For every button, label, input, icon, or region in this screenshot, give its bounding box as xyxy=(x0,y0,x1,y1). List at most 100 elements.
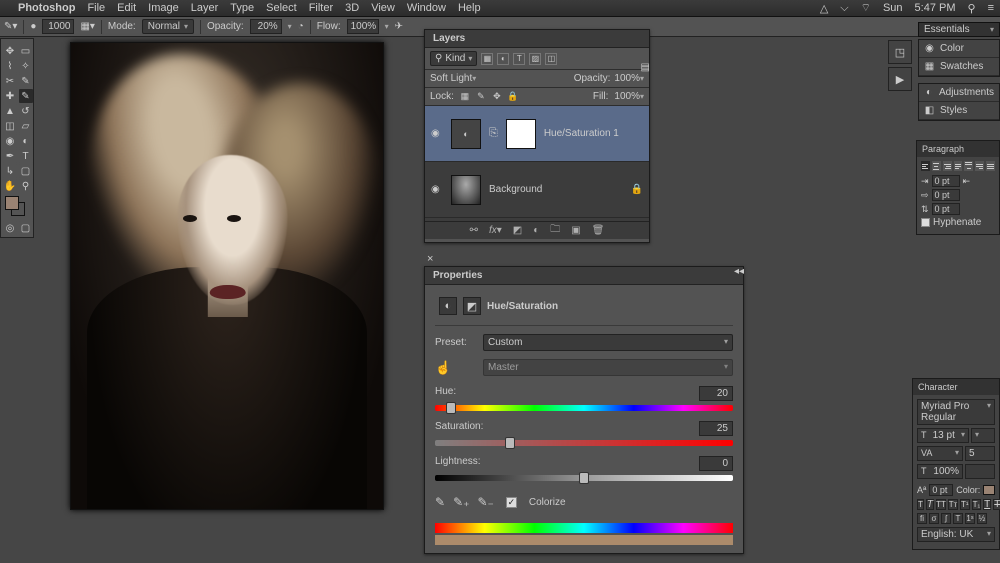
filter-kind-select[interactable]: ⚲ Kind ▾ xyxy=(430,51,477,66)
ot-std-icon[interactable]: σ xyxy=(929,513,939,524)
swatches-panel-tab[interactable]: ▦Swatches xyxy=(919,58,999,76)
baseline-field[interactable]: 0 pt xyxy=(929,484,953,496)
color-swatches[interactable] xyxy=(3,194,33,220)
pen-tool[interactable]: ✒ xyxy=(3,149,17,163)
layer-item[interactable]: ◉ Background 🔒 xyxy=(425,162,649,218)
subscript-icon[interactable]: T₁ xyxy=(972,499,982,510)
notification-icon[interactable]: ≡ xyxy=(988,2,994,14)
blur-tool[interactable]: ◉ xyxy=(3,134,17,148)
hscale-field[interactable] xyxy=(965,464,995,479)
layer-item[interactable]: ◉ ◐ ⎘ Hue/Saturation 1 xyxy=(425,106,649,162)
ot-fi-icon[interactable]: fi xyxy=(917,513,927,524)
slider-thumb[interactable] xyxy=(579,472,589,484)
brush-size-field[interactable]: 1000 xyxy=(42,19,74,34)
stamp-tool[interactable]: ▲ xyxy=(3,104,17,118)
new-layer-icon[interactable]: ▣ xyxy=(571,225,580,236)
link-layers-icon[interactable]: ⚯ xyxy=(470,225,478,236)
underline-icon[interactable]: T xyxy=(983,499,991,510)
allcaps-icon[interactable]: TT xyxy=(936,499,946,510)
type-tool[interactable]: T xyxy=(19,149,33,163)
layer-blend-select[interactable]: Soft Light▾ xyxy=(430,73,570,84)
layer-opacity-field[interactable]: 100%▾ xyxy=(614,73,644,84)
lock-transparent-icon[interactable]: ▦ xyxy=(460,92,470,102)
layers-tab[interactable]: Layers xyxy=(425,30,649,48)
layer-name[interactable]: Background xyxy=(489,184,542,195)
adjustment-thumb[interactable]: ◐ xyxy=(451,119,481,149)
superscript-icon[interactable]: T¹ xyxy=(960,499,970,510)
crop-tool[interactable]: ✂ xyxy=(3,74,17,88)
lightness-value[interactable]: 0 xyxy=(699,456,733,471)
justify-left-icon[interactable] xyxy=(954,161,963,171)
spotlight-icon[interactable]: ⚲ xyxy=(968,2,976,15)
strike-icon[interactable]: T xyxy=(993,499,1000,510)
tracking-field[interactable]: 5 xyxy=(965,446,995,461)
eyedropper-sub-icon[interactable]: ✎₋ xyxy=(477,495,493,509)
adjustments-panel-tab[interactable]: ◐Adjustments xyxy=(919,84,999,102)
layer-name[interactable]: Hue/Saturation 1 xyxy=(544,128,619,139)
adjustment-type-icon[interactable]: ◐ xyxy=(439,297,457,315)
filter-adjust-icon[interactable]: ◐ xyxy=(497,53,509,65)
tool-preset-icon[interactable]: ✎▾ xyxy=(4,21,17,32)
history-brush-tool[interactable]: ↺ xyxy=(19,104,33,118)
gradient-tool[interactable]: ▱ xyxy=(19,119,33,133)
paragraph-tab[interactable]: Paragraph xyxy=(917,141,999,157)
channel-select[interactable]: Master▾ xyxy=(483,359,733,376)
indent-first-field[interactable]: 0 pt xyxy=(932,189,960,201)
mask-icon[interactable]: ◩ xyxy=(513,225,522,236)
lock-all-icon[interactable]: 🔒 xyxy=(508,92,518,102)
chevron-down-icon[interactable]: ▾ xyxy=(288,22,292,31)
healing-tool[interactable]: ✚ xyxy=(3,89,17,103)
menu-file[interactable]: File xyxy=(87,2,105,14)
space-before-field[interactable]: 0 pt xyxy=(932,203,960,215)
menu-edit[interactable]: Edit xyxy=(117,2,136,14)
hue-slider[interactable] xyxy=(435,405,733,411)
bold-icon[interactable]: T xyxy=(917,499,924,510)
eyedropper-tool[interactable]: ✎ xyxy=(19,74,33,88)
lasso-tool[interactable]: ⌇ xyxy=(3,59,17,73)
scrubby-hand-icon[interactable]: ☝ xyxy=(435,360,477,376)
panel-menu-icon[interactable]: ▤ xyxy=(641,62,650,73)
link-icon[interactable]: ⎘ xyxy=(489,127,498,140)
lock-pixels-icon[interactable]: ✎ xyxy=(476,92,486,102)
visibility-icon[interactable]: ◉ xyxy=(431,184,443,196)
history-panel-icon[interactable]: ◳ xyxy=(888,40,912,64)
magic-wand-tool[interactable]: ✧ xyxy=(19,59,33,73)
hand-tool[interactable]: ✋ xyxy=(3,179,17,193)
lightness-slider[interactable] xyxy=(435,475,733,481)
opacity-field[interactable]: 20% xyxy=(250,19,282,34)
saturation-value[interactable]: 25 xyxy=(699,421,733,436)
menu-type[interactable]: Type xyxy=(230,2,254,14)
font-size-field[interactable]: T13 pt▾ xyxy=(917,428,969,443)
layer-fill-field[interactable]: 100%▾ xyxy=(614,91,644,102)
vscale-field[interactable]: T100% xyxy=(917,464,963,479)
brush-picker-icon[interactable]: ▦▾ xyxy=(80,21,94,32)
adjustment-icon[interactable]: ◐ xyxy=(533,225,539,236)
text-color-swatch[interactable] xyxy=(983,485,995,495)
ot-titling-icon[interactable]: T xyxy=(953,513,963,524)
colorize-checkbox[interactable]: ✓ xyxy=(506,497,517,508)
actions-panel-icon[interactable]: ▶ xyxy=(888,67,912,91)
font-family-select[interactable]: Myriad Pro Regular▾ xyxy=(917,399,995,425)
character-tab[interactable]: Character xyxy=(913,379,999,395)
saturation-slider[interactable] xyxy=(435,440,733,446)
hue-value[interactable]: 20 xyxy=(699,386,733,401)
zoom-tool[interactable]: ⚲ xyxy=(19,179,33,193)
language-select[interactable]: English: UK▾ xyxy=(917,527,995,542)
ot-swash-icon[interactable]: ʃ xyxy=(941,513,951,524)
pressure-opacity-icon[interactable]: ◔ xyxy=(298,21,304,32)
styles-panel-tab[interactable]: ◧Styles xyxy=(919,102,999,120)
marquee-tool[interactable]: ▭ xyxy=(19,44,33,58)
blend-mode-select[interactable]: Normal▾ xyxy=(142,19,194,34)
airbrush-icon[interactable]: ✈ xyxy=(395,21,403,32)
slider-thumb[interactable] xyxy=(446,402,456,414)
flow-field[interactable]: 100% xyxy=(347,19,379,34)
italic-icon[interactable]: T xyxy=(926,499,934,510)
properties-tab[interactable]: Properties xyxy=(425,267,743,285)
menu-select[interactable]: Select xyxy=(266,2,297,14)
menu-window[interactable]: Window xyxy=(407,2,446,14)
brush-preview-icon[interactable]: ● xyxy=(30,21,36,32)
screenmode-icon[interactable]: ▢ xyxy=(19,221,33,235)
filter-type-icon[interactable]: T xyxy=(513,53,525,65)
filter-shape-icon[interactable]: ▨ xyxy=(529,53,541,65)
preset-select[interactable]: Custom▾ xyxy=(483,334,733,351)
